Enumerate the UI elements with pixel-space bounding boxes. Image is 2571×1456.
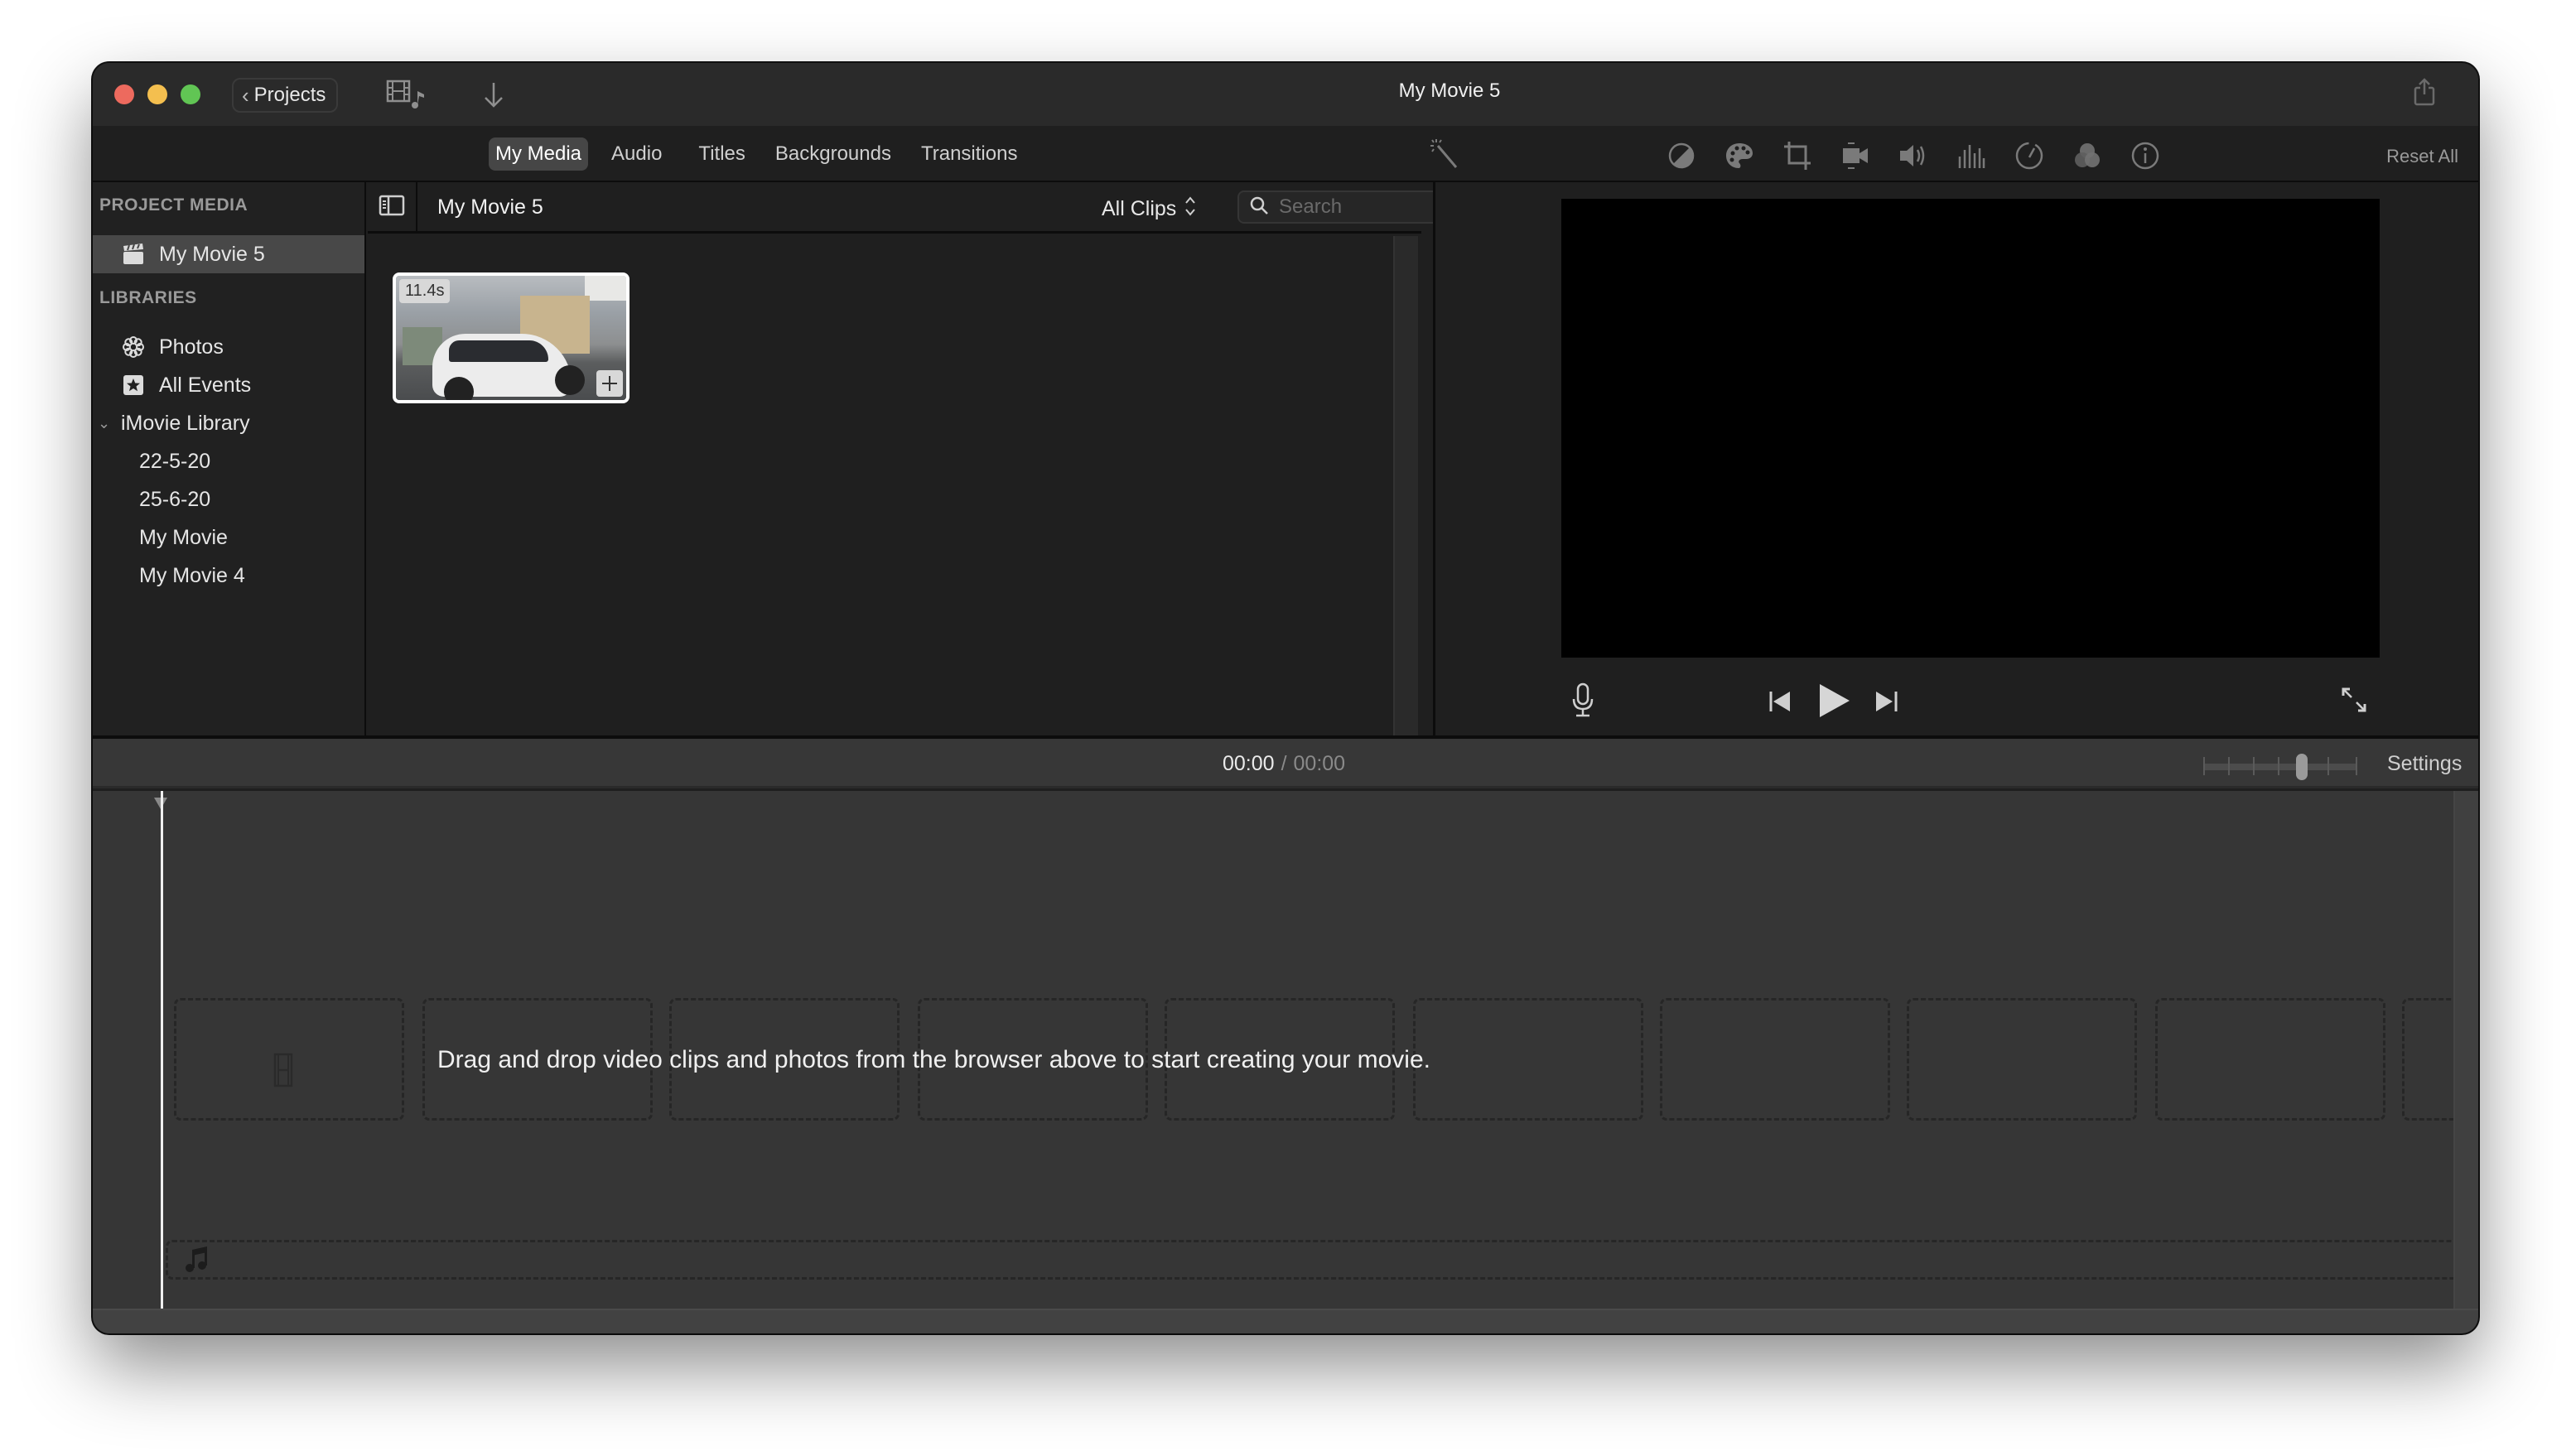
sidebar-item-imovie-library[interactable]: ⌄ iMovie Library bbox=[93, 404, 364, 442]
search-input[interactable] bbox=[1279, 195, 1445, 219]
timeline-drop-hint: Drag and drop video clips and photos fro… bbox=[437, 1046, 1430, 1073]
search-field[interactable] bbox=[1237, 190, 1466, 224]
microphone-icon[interactable] bbox=[1571, 682, 1594, 721]
plus-icon bbox=[602, 376, 617, 391]
tab-audio[interactable]: Audio bbox=[605, 137, 668, 171]
color-balance-icon[interactable] bbox=[1667, 141, 1696, 171]
clip-filter-label: All Clips bbox=[1102, 197, 1177, 220]
media-tab-bar: My Media Audio Titles Backgrounds Transi… bbox=[93, 126, 2478, 182]
share-icon[interactable] bbox=[2414, 78, 2435, 110]
sidebar-toggle-button[interactable] bbox=[368, 182, 417, 232]
reset-all-button[interactable]: Reset All bbox=[2386, 146, 2458, 167]
browser-title: My Movie 5 bbox=[437, 195, 543, 219]
sidebar-toggle-icon bbox=[379, 195, 405, 220]
window-title: My Movie 5 bbox=[1398, 80, 1501, 102]
sidebar-item-photos[interactable]: Photos bbox=[93, 328, 364, 366]
total-time: 00:00 bbox=[1293, 752, 1346, 775]
window-bottom-bar bbox=[93, 1309, 2478, 1333]
time-separator: / bbox=[1281, 752, 1287, 775]
equalizer-icon[interactable] bbox=[1956, 141, 1986, 171]
media-clip-thumbnail[interactable]: 11.4s bbox=[393, 272, 629, 403]
chevron-down-icon[interactable]: ⌄ bbox=[98, 415, 116, 432]
tab-transitions[interactable]: Transitions bbox=[914, 137, 1024, 171]
photos-label: Photos bbox=[159, 335, 224, 359]
empty-clip-slot bbox=[2155, 998, 2385, 1121]
play-icon[interactable] bbox=[1818, 684, 1851, 721]
up-down-chevron-icon bbox=[1184, 195, 1196, 223]
magic-wand-icon[interactable] bbox=[1430, 137, 1463, 175]
media-browser: 11.4s bbox=[368, 236, 1421, 735]
empty-clip-slot bbox=[1413, 998, 1643, 1121]
sidebar-event-item[interactable]: 25-6-20 bbox=[93, 480, 364, 518]
inspector-toolbar bbox=[1667, 141, 2160, 171]
info-icon[interactable] bbox=[2130, 141, 2160, 171]
volume-icon[interactable] bbox=[1898, 141, 1928, 171]
timeline-header: 00:00 / 00:00 Settings bbox=[93, 739, 2478, 788]
audio-track-slot bbox=[166, 1240, 2468, 1280]
timecode-display: 00:00 / 00:00 bbox=[1223, 752, 1345, 776]
sidebar-event-item[interactable]: My Movie 4 bbox=[93, 557, 364, 595]
color-correction-palette-icon[interactable] bbox=[1724, 141, 1754, 171]
current-time: 00:00 bbox=[1223, 752, 1275, 775]
browser-header: My Movie 5 All Clips bbox=[368, 182, 1503, 234]
timeline-zoom-slider[interactable] bbox=[2203, 754, 2357, 780]
clip-duration-badge: 11.4s bbox=[399, 279, 451, 303]
zoom-slider-track bbox=[2203, 764, 2357, 770]
clip-filter-popup[interactable]: All Clips bbox=[1102, 195, 1196, 223]
all-events-label: All Events bbox=[159, 373, 252, 397]
crop-icon[interactable] bbox=[1782, 141, 1812, 171]
playhead[interactable] bbox=[161, 791, 163, 1309]
fullscreen-icon[interactable] bbox=[2340, 686, 2368, 718]
skip-back-icon[interactable] bbox=[1768, 691, 1793, 716]
timeline-scroll-gutter[interactable] bbox=[2453, 791, 2478, 1309]
skip-forward-icon[interactable] bbox=[1874, 691, 1899, 716]
clip-filter-icon[interactable] bbox=[2072, 141, 2102, 171]
browser-scrollbar[interactable] bbox=[1393, 236, 1418, 735]
timeline-settings-button[interactable]: Settings bbox=[2387, 752, 2462, 776]
tab-backgrounds[interactable]: Backgrounds bbox=[769, 137, 898, 171]
sidebar-item-all-events[interactable]: All Events bbox=[93, 366, 364, 404]
speed-gauge-icon[interactable] bbox=[2014, 141, 2044, 171]
tab-my-media[interactable]: My Media bbox=[489, 137, 589, 171]
sidebar-item-project[interactable]: My Movie 5 bbox=[93, 235, 364, 273]
viewer-panel bbox=[1433, 182, 2478, 735]
music-note-icon bbox=[184, 1246, 209, 1277]
photos-flower-icon bbox=[121, 335, 146, 359]
add-to-timeline-button[interactable] bbox=[596, 370, 623, 397]
library-name: iMovie Library bbox=[121, 411, 250, 435]
project-name: My Movie 5 bbox=[159, 242, 265, 266]
libraries-sidebar: PROJECT MEDIA My Movie 5 LIBRARIES Photo… bbox=[93, 182, 366, 735]
libraries-heading: LIBRARIES bbox=[99, 288, 197, 307]
tab-titles[interactable]: Titles bbox=[692, 137, 751, 171]
title-bar: ‹ Projects My Movie 5 bbox=[93, 63, 2478, 126]
empty-clip-slot bbox=[1660, 998, 1890, 1121]
clapperboard-icon bbox=[121, 242, 146, 267]
timeline[interactable]: Drag and drop video clips and photos fro… bbox=[93, 791, 2478, 1309]
zoom-slider-thumb[interactable] bbox=[2296, 754, 2308, 780]
project-media-heading: PROJECT MEDIA bbox=[99, 195, 248, 215]
stabilization-camera-icon[interactable] bbox=[1840, 141, 1870, 171]
sidebar-event-item[interactable]: 22-5-20 bbox=[93, 442, 364, 480]
sidebar-event-item[interactable]: My Movie bbox=[93, 518, 364, 557]
film-strip-icon bbox=[273, 1053, 293, 1092]
video-preview[interactable] bbox=[1561, 199, 2380, 658]
empty-clip-slot bbox=[1907, 998, 2137, 1121]
imovie-window: ‹ Projects My Movie 5 My Media Audio Tit… bbox=[93, 63, 2478, 1333]
star-icon bbox=[121, 373, 146, 398]
search-icon bbox=[1249, 195, 1269, 219]
